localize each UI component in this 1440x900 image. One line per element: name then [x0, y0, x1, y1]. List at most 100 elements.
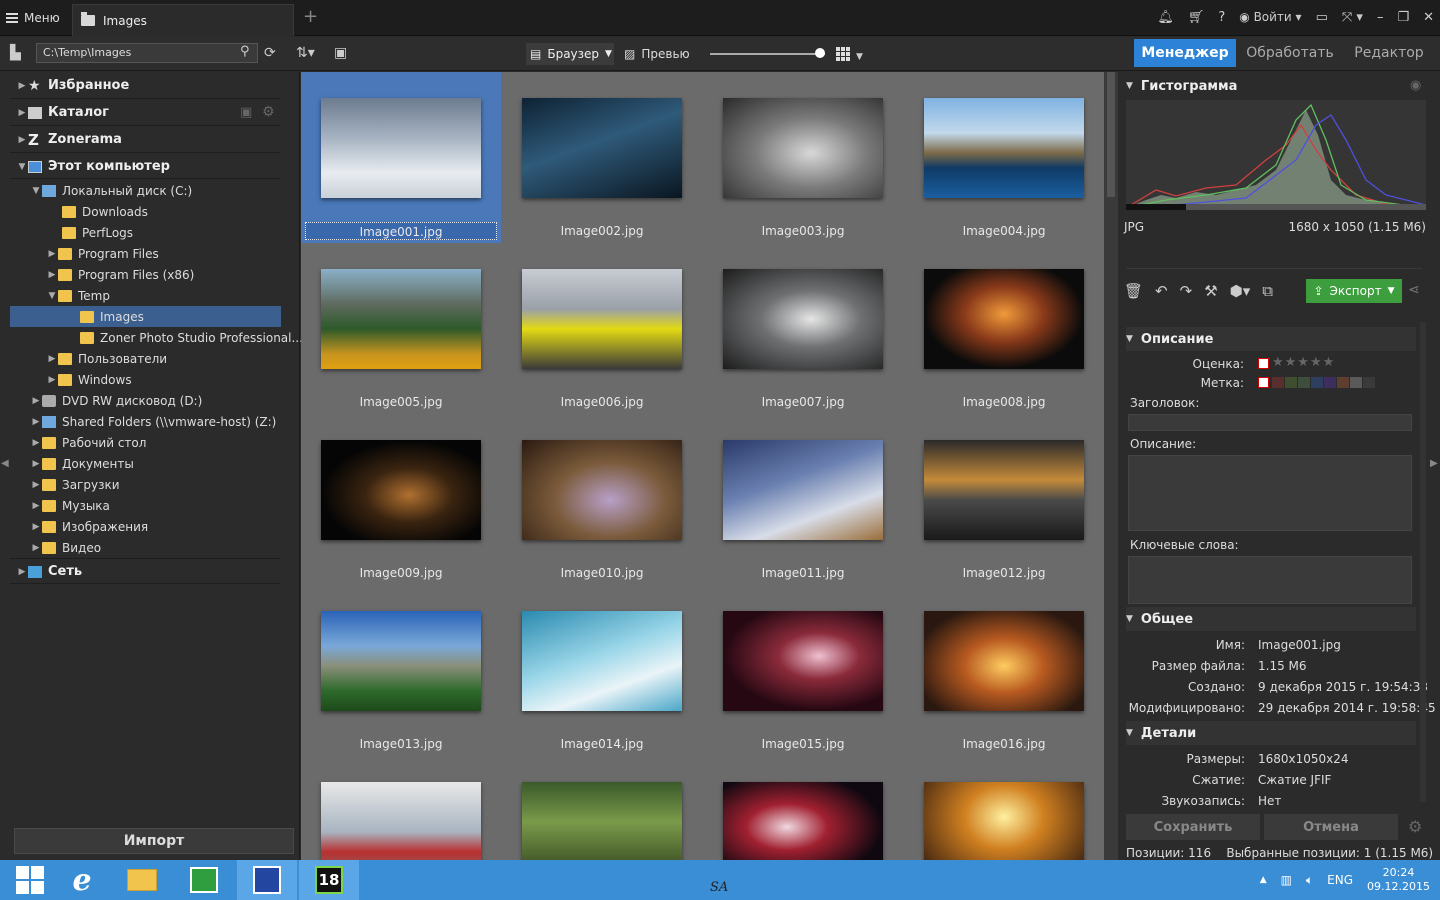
zoom-slider-handle[interactable]: [815, 48, 825, 58]
color-tags[interactable]: [1272, 377, 1375, 388]
add-tab-button[interactable]: +: [303, 8, 318, 26]
floppy-taskbar-button[interactable]: [237, 860, 297, 900]
expand-icon[interactable]: ▶: [30, 417, 42, 427]
thumbnail-image[interactable]: [924, 440, 1084, 540]
clear-tag-icon[interactable]: [1258, 377, 1269, 388]
tree-downloads[interactable]: Downloads: [50, 201, 148, 222]
thumbnail-tile[interactable]: Image014.jpg: [502, 585, 702, 756]
bell-icon[interactable]: 🔔︎: [1157, 10, 1174, 25]
thumbnail-tile[interactable]: Image015.jpg: [703, 585, 903, 756]
expand-icon[interactable]: ▶: [30, 501, 42, 511]
thumbnail-image[interactable]: [522, 611, 682, 711]
store-taskbar-button[interactable]: [174, 860, 234, 900]
tree-favorites[interactable]: ▶ ★ Избранное: [16, 75, 130, 96]
thumbnail-tile[interactable]: Image007.jpg: [703, 243, 903, 414]
info-scrollbar[interactable]: [1420, 322, 1426, 802]
expand-icon[interactable]: ▶: [30, 480, 42, 490]
thumbnail-tile[interactable]: [301, 756, 501, 860]
tree-temp[interactable]: ▼ Temp: [46, 285, 110, 306]
collapse-right-panel-icon[interactable]: ▶: [1430, 458, 1438, 469]
thumbnail-image[interactable]: [321, 98, 481, 198]
expand-icon[interactable]: ▶: [16, 108, 28, 118]
thumbnail-tile[interactable]: Image011.jpg: [703, 414, 903, 585]
scrollbar-thumb[interactable]: [1107, 72, 1115, 197]
tree-local-disk[interactable]: ▼ Локальный диск (C:): [30, 180, 193, 201]
thumbnail-tile[interactable]: Image006.jpg: [502, 243, 702, 414]
expand-icon[interactable]: ▶: [30, 438, 42, 448]
thumbnail-tile[interactable]: [502, 756, 702, 860]
tree-documents[interactable]: ▶ Документы: [30, 453, 134, 474]
expand-icon[interactable]: ▶: [46, 354, 58, 364]
sort-icon[interactable]: ⇅▾: [296, 45, 315, 61]
rotate-right-icon[interactable]: ↷: [1180, 282, 1193, 300]
collapse-icon[interactable]: ▼: [16, 162, 28, 172]
tree-dvd[interactable]: ▶ DVD RW дисковод (D:): [30, 390, 203, 411]
stamp-icon[interactable]: ⬢▾: [1230, 282, 1251, 300]
thumbnail-tile[interactable]: [703, 756, 903, 860]
histogram-header[interactable]: ▼ Гистограмма: [1126, 74, 1416, 98]
tab-manager[interactable]: Менеджер: [1134, 39, 1236, 67]
zps-taskbar-button[interactable]: 18: [299, 860, 359, 900]
thumbnail-tile[interactable]: [904, 756, 1104, 860]
expand-icon[interactable]: ▶: [30, 459, 42, 469]
thumbnail-image[interactable]: [924, 611, 1084, 711]
close-icon[interactable]: ✕: [1423, 10, 1434, 25]
collapse-icon[interactable]: ▼: [30, 186, 42, 196]
tree-catalog[interactable]: ▶ Каталог: [16, 102, 109, 123]
thumbnail-tile[interactable]: Image009.jpg: [301, 414, 501, 585]
language-indicator[interactable]: ENG: [1327, 873, 1353, 887]
browser-view-dropdown[interactable]: ▤ Браузер ▼: [526, 43, 614, 65]
thumbnail-image[interactable]: [924, 269, 1084, 369]
tools-icon[interactable]: ⚒: [1204, 282, 1217, 300]
show-hidden-icons-icon[interactable]: ▲: [1260, 875, 1267, 885]
preview-view-button[interactable]: ▨ Превью: [624, 43, 690, 65]
zoom-slider[interactable]: [710, 53, 825, 55]
thumbnail-tile[interactable]: Image016.jpg: [904, 585, 1104, 756]
clear-rating-icon[interactable]: [1258, 358, 1269, 369]
thumbnail-image[interactable]: [321, 611, 481, 711]
tree-shared[interactable]: ▶ Shared Folders (\\vmware-host) (Z:): [30, 411, 277, 432]
tree-zonerama[interactable]: ▶ Z Zonerama: [16, 129, 122, 150]
collapse-icon[interactable]: ▼: [46, 291, 58, 301]
grid-view-icon[interactable]: [836, 47, 850, 61]
tree-downloads-ru[interactable]: ▶ Загрузки: [30, 474, 120, 495]
fullscreen-icon[interactable]: ⤧ ▾: [1342, 10, 1363, 25]
thumbnail-tile[interactable]: Image008.jpg: [904, 243, 1104, 414]
expand-icon[interactable]: ▶: [46, 270, 58, 280]
start-button[interactable]: [0, 860, 60, 900]
chevron-down-icon[interactable]: ▼: [1388, 286, 1395, 296]
new-folder-icon[interactable]: ▣: [334, 45, 347, 61]
details-header[interactable]: ▼ Детали: [1126, 721, 1416, 745]
expand-icon[interactable]: ▶: [30, 396, 42, 406]
tab-process[interactable]: Обработать: [1240, 39, 1340, 67]
rating-stars[interactable]: ★★★★★: [1272, 355, 1335, 370]
thumbnail-image[interactable]: [522, 98, 682, 198]
tab-editor[interactable]: Редактор: [1344, 39, 1434, 67]
tree-zoner-folder[interactable]: Zoner Photo Studio Professional...: [80, 327, 303, 348]
minimize-icon[interactable]: –: [1377, 10, 1384, 25]
thumbnail-image[interactable]: [723, 440, 883, 540]
restore-icon[interactable]: ❐: [1397, 10, 1409, 25]
tree-program-files-x86[interactable]: ▶ Program Files (x86): [46, 264, 195, 285]
volume-icon[interactable]: 🔈︎: [1306, 873, 1313, 888]
general-header[interactable]: ▼ Общее: [1126, 607, 1416, 631]
gear-icon[interactable]: ⚙: [1408, 817, 1422, 836]
thumbnail-tile[interactable]: Image012.jpg: [904, 414, 1104, 585]
tree-users[interactable]: ▶ Пользователи: [46, 348, 168, 369]
description-field[interactable]: [1128, 455, 1412, 531]
tree-program-files[interactable]: ▶ Program Files: [46, 243, 159, 264]
thumbnail-image[interactable]: [321, 269, 481, 369]
save-button[interactable]: Сохранить: [1126, 814, 1260, 840]
thumbnail-image[interactable]: [723, 782, 883, 860]
keywords-field[interactable]: [1128, 556, 1412, 604]
refresh-icon[interactable]: ⟳: [264, 45, 276, 61]
thumbnail-image[interactable]: [321, 782, 481, 860]
delete-icon[interactable]: 🗑︎: [1124, 282, 1143, 300]
thumbnail-image[interactable]: [723, 269, 883, 369]
path-input[interactable]: C:\Temp\Images: [36, 43, 258, 63]
grid-scrollbar[interactable]: [1104, 72, 1118, 860]
thumbnail-tile[interactable]: Image001.jpg: [301, 72, 501, 243]
rotate-left-icon[interactable]: ↶: [1155, 282, 1168, 300]
expand-icon[interactable]: ▶: [30, 543, 42, 553]
help-icon[interactable]: ?: [1218, 10, 1225, 25]
